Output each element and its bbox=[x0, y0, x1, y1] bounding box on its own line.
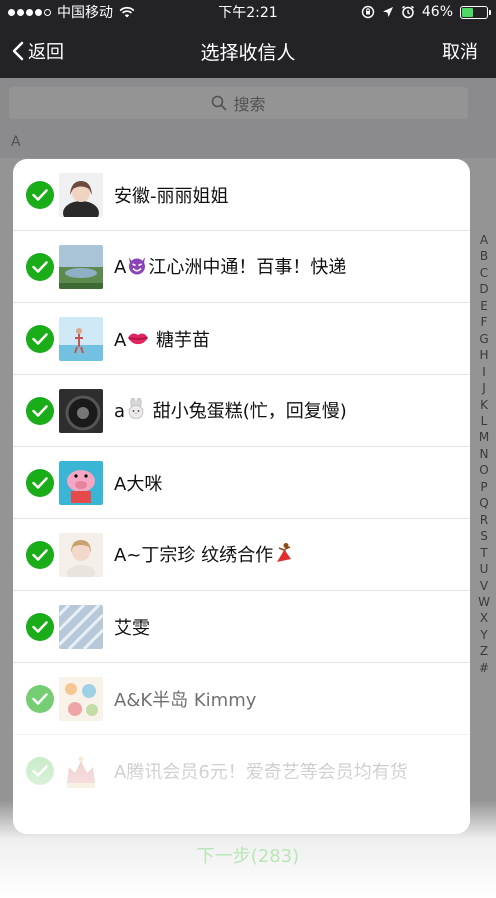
selected-check-icon[interactable] bbox=[26, 325, 54, 353]
contact-name-text: 甜小兔蛋糕(忙，回复慢) bbox=[147, 400, 347, 422]
selected-check-icon[interactable] bbox=[26, 613, 54, 641]
index-letter[interactable]: G bbox=[479, 331, 488, 347]
rotation-lock-icon bbox=[361, 5, 375, 19]
contact-row[interactable]: A 糖芋苗 bbox=[13, 303, 470, 375]
chevron-left-icon bbox=[12, 41, 24, 61]
wifi-icon bbox=[119, 6, 135, 18]
alphabet-index[interactable]: A B C D E F G H I J K L M N O P Q R S T U V W X Y Z # bbox=[476, 232, 492, 676]
index-letter[interactable]: V bbox=[480, 578, 488, 594]
index-letter[interactable]: E bbox=[480, 298, 488, 314]
contact-name-text: A bbox=[114, 256, 127, 278]
contact-name: 安徽-丽丽姐姐 bbox=[114, 182, 229, 208]
avatar bbox=[59, 173, 103, 217]
selected-contacts-card: 安徽-丽丽姐姐 A 江心洲中通！百事！快递 A 糖芋苗 a 甜小兔蛋糕(忙，回复慢) A大… bbox=[13, 159, 470, 834]
contact-name-text: 艾雯 bbox=[114, 618, 150, 639]
avatar bbox=[59, 245, 103, 289]
contact-name: A大咪 bbox=[114, 470, 162, 496]
index-letter[interactable]: U bbox=[480, 561, 489, 577]
selected-check-icon[interactable] bbox=[26, 253, 54, 281]
contact-row[interactable]: 艾雯 bbox=[13, 591, 470, 663]
contact-row[interactable]: A大咪 bbox=[13, 447, 470, 519]
page-title: 选择收信人 bbox=[200, 41, 296, 64]
index-letter[interactable]: O bbox=[479, 462, 488, 478]
back-label: 返回 bbox=[28, 42, 64, 63]
contact-name-text: A腾讯会员6元！爱奇艺等会员均有货 bbox=[114, 762, 408, 783]
contact-name: a 甜小兔蛋糕(忙，回复慢) bbox=[114, 397, 347, 426]
index-letter[interactable]: C bbox=[480, 265, 488, 281]
alarm-icon bbox=[401, 5, 414, 19]
index-letter[interactable]: I bbox=[482, 364, 486, 380]
index-letter[interactable]: X bbox=[480, 610, 488, 626]
carrier-label: 中国移动 bbox=[57, 5, 113, 21]
index-letter[interactable]: F bbox=[481, 314, 488, 330]
contact-name: 艾雯 bbox=[114, 614, 150, 640]
contact-name-text: a bbox=[114, 400, 126, 422]
avatar bbox=[59, 317, 103, 361]
lips-emoji-icon bbox=[126, 329, 150, 352]
index-letter[interactable]: S bbox=[480, 528, 488, 544]
contact-name-text: 糖芋苗 bbox=[150, 329, 211, 351]
contact-name: A腾讯会员6元！爱奇艺等会员均有货 bbox=[114, 758, 408, 784]
devil-emoji-icon bbox=[126, 254, 148, 281]
cancel-button[interactable]: 取消 bbox=[442, 38, 496, 64]
index-letter[interactable]: L bbox=[481, 413, 488, 429]
selected-check-icon[interactable] bbox=[26, 397, 54, 425]
index-letter[interactable]: J bbox=[482, 380, 486, 396]
selected-check-icon[interactable] bbox=[26, 685, 54, 713]
contact-row[interactable]: 安徽-丽丽姐姐 bbox=[13, 159, 470, 231]
status-bar: 中国移动 下午2:21 46% bbox=[0, 0, 496, 24]
contact-row[interactable]: A&K半岛 Kimmy bbox=[13, 663, 470, 735]
index-letter[interactable]: D bbox=[479, 281, 488, 297]
rabbit-emoji-icon bbox=[125, 397, 147, 425]
contact-name: A 糖芋苗 bbox=[114, 326, 210, 353]
location-icon bbox=[382, 7, 393, 17]
avatar bbox=[59, 677, 103, 721]
index-letter[interactable]: W bbox=[478, 594, 490, 610]
avatar bbox=[59, 389, 103, 433]
contact-name-text: A bbox=[114, 329, 127, 351]
avatar bbox=[59, 605, 103, 649]
index-letter[interactable]: P bbox=[480, 479, 487, 495]
index-letter[interactable]: T bbox=[480, 545, 487, 561]
selected-check-icon[interactable] bbox=[26, 541, 54, 569]
index-letter[interactable]: Z bbox=[480, 643, 488, 659]
navigation-bar: 返回 选择收信人 取消 bbox=[0, 24, 496, 78]
contact-name: A~丁宗珍 纹绣合作 bbox=[114, 541, 295, 570]
contact-name-text: 安徽-丽丽姐姐 bbox=[114, 186, 229, 207]
contact-name: A 江心洲中通！百事！快递 bbox=[114, 253, 346, 282]
contact-row[interactable]: A 江心洲中通！百事！快递 bbox=[13, 231, 470, 303]
index-letter[interactable]: M bbox=[479, 429, 489, 445]
index-letter[interactable]: Q bbox=[479, 495, 488, 511]
contact-row[interactable]: a 甜小兔蛋糕(忙，回复慢) bbox=[13, 375, 470, 447]
index-letter[interactable]: # bbox=[479, 660, 489, 676]
contact-row[interactable]: A~丁宗珍 纹绣合作 bbox=[13, 519, 470, 591]
battery-icon bbox=[460, 5, 491, 19]
contact-row[interactable]: A腾讯会员6元！爱奇艺等会员均有货 bbox=[13, 735, 470, 807]
avatar bbox=[59, 461, 103, 505]
signal-strength-icon bbox=[8, 8, 51, 16]
index-letter[interactable]: H bbox=[479, 347, 488, 363]
selected-check-icon[interactable] bbox=[26, 181, 54, 209]
selected-check-icon[interactable] bbox=[26, 757, 54, 785]
index-letter[interactable]: Y bbox=[480, 627, 487, 643]
contact-name-text: A大咪 bbox=[114, 474, 163, 495]
dancer-emoji-icon bbox=[273, 542, 295, 569]
contact-name-text: 江心洲中通！百事！快递 bbox=[148, 256, 347, 278]
avatar bbox=[59, 749, 103, 793]
selected-check-icon[interactable] bbox=[26, 469, 54, 497]
next-step-button[interactable]: 下一步(283) bbox=[0, 842, 496, 868]
contact-name: A&K半岛 Kimmy bbox=[114, 686, 256, 712]
contact-name-text: A~丁宗珍 纹绣合作 bbox=[114, 544, 274, 566]
contact-name-text: A&K半岛 Kimmy bbox=[114, 690, 257, 711]
index-letter[interactable]: A bbox=[480, 232, 488, 248]
index-letter[interactable]: R bbox=[480, 512, 488, 528]
avatar bbox=[59, 533, 103, 577]
index-letter[interactable]: B bbox=[480, 248, 488, 264]
index-letter[interactable]: N bbox=[480, 446, 489, 462]
index-letter[interactable]: K bbox=[480, 397, 488, 413]
back-button[interactable]: 返回 bbox=[0, 38, 64, 64]
battery-percent: 46% bbox=[421, 4, 453, 20]
